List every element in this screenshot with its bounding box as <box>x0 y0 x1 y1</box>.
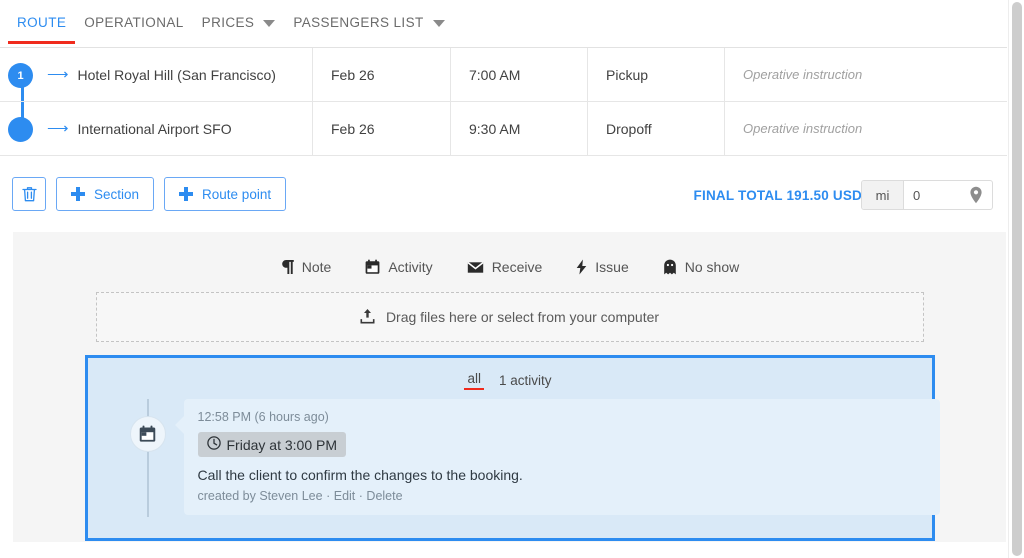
tab-prices-label: PRICES <box>201 15 255 30</box>
add-route-point-button[interactable]: Route point <box>164 177 287 211</box>
plus-icon <box>71 187 85 201</box>
route-date: Feb 26 <box>313 102 451 155</box>
tab-passengers-list[interactable]: PASSENGERS LIST <box>284 12 453 44</box>
tab-operational-label: OPERATIONAL <box>84 15 184 30</box>
upload-icon <box>360 308 375 327</box>
page-scrollbar[interactable] <box>1008 0 1024 558</box>
activity-count: 1 activity <box>498 373 552 388</box>
final-total: FINAL TOTAL 191.50 USD <box>693 188 862 203</box>
plus-icon <box>179 187 194 201</box>
scrollbar-thumb[interactable] <box>1012 2 1022 556</box>
route-instruction-input[interactable]: Operative instruction <box>725 102 1007 155</box>
activity-body-text: Call the client to confirm the changes t… <box>197 467 523 483</box>
activity-feed-panel: all 1 activity 12:58 PM (6 hours ago) Fr… <box>84 355 940 541</box>
route-stop-name-cell: ⟶ Hotel Royal Hill (San Francisco) <box>45 48 313 101</box>
route-stop-number: 1 <box>8 63 33 88</box>
route-instruction-input[interactable]: Operative instruction <box>725 48 1007 101</box>
bolt-icon <box>576 259 587 275</box>
trash-icon <box>21 187 37 202</box>
activity-filter-tabs: all 1 activity <box>88 358 932 390</box>
route-stop-dot <box>8 117 33 142</box>
activity-due-badge: Friday at 3:00 PM <box>197 432 346 457</box>
chevron-down-icon <box>432 20 445 27</box>
route-actions: Section Route point <box>12 177 287 211</box>
clock-icon <box>206 436 221 453</box>
tab-prices[interactable]: PRICES <box>193 12 285 44</box>
add-section-button[interactable]: Section <box>56 177 155 211</box>
map-pin-icon[interactable] <box>960 181 992 209</box>
activity-button[interactable]: Activity <box>365 259 433 275</box>
route-stop-marker <box>0 102 45 155</box>
table-row[interactable]: 1 ⟶ Hotel Royal Hill (San Francisco) Feb… <box>0 48 1007 102</box>
activity-label: Activity <box>388 259 433 275</box>
receive-label: Receive <box>491 259 543 275</box>
route-stop-name: International Airport SFO <box>77 120 232 137</box>
file-dropzone[interactable]: Drag files here or select from your comp… <box>95 292 924 342</box>
arrow-right-icon: ⟶ <box>47 120 69 137</box>
route-stop-marker: 1 <box>0 48 45 101</box>
activity-delete-link[interactable]: Delete <box>366 489 402 503</box>
activity-action-bar: Note Activity Receive Issue No show <box>13 232 1006 284</box>
no-show-button[interactable]: No show <box>663 259 739 275</box>
activity-edit-link[interactable]: Edit <box>334 489 356 503</box>
tab-active-indicator <box>8 41 76 44</box>
meta-separator: · <box>326 489 331 503</box>
meta-separator: · <box>358 489 363 503</box>
distance-input-group: mi <box>861 180 993 210</box>
route-type: Pickup <box>588 48 725 101</box>
activity-card: 12:58 PM (6 hours ago) Friday at 3:00 PM… <box>174 399 940 515</box>
receive-button[interactable]: Receive <box>467 259 543 275</box>
activity-section: Note Activity Receive Issue No show Drag… <box>13 232 1006 542</box>
delete-button[interactable] <box>12 177 46 211</box>
arrow-right-icon: ⟶ <box>47 66 69 83</box>
booking-detail-view: ROUTE OPERATIONAL PRICES PASSENGERS LIST… <box>0 0 1024 558</box>
route-type: Dropoff <box>588 102 725 155</box>
activity-author: created by Steven Lee <box>197 489 323 503</box>
tab-operational[interactable]: OPERATIONAL <box>75 12 192 44</box>
activity-timeline: 12:58 PM (6 hours ago) Friday at 3:00 PM… <box>88 399 940 517</box>
add-section-label: Section <box>94 186 140 202</box>
route-toolbar: Section Route point FINAL TOTAL 191.50 U… <box>0 172 1007 222</box>
issue-button[interactable]: Issue <box>576 259 629 275</box>
route-time: 7:00 AM <box>451 48 588 101</box>
activity-filter-all[interactable]: all <box>464 371 484 390</box>
note-label: Note <box>301 259 332 275</box>
note-button[interactable]: Note <box>280 259 332 275</box>
issue-label: Issue <box>595 259 629 275</box>
activity-meta: created by Steven Lee · Edit · Delete <box>198 489 926 503</box>
distance-unit-label: mi <box>862 181 904 209</box>
calendar-icon <box>129 416 166 452</box>
chevron-down-icon <box>263 20 276 27</box>
add-route-point-label: Route point <box>202 186 272 202</box>
distance-input[interactable] <box>904 181 960 209</box>
tab-route-label: ROUTE <box>17 15 67 30</box>
activity-due-label: Friday at 3:00 PM <box>226 436 338 453</box>
route-date: Feb 26 <box>313 48 451 101</box>
envelope-icon <box>467 261 484 274</box>
calendar-icon <box>365 259 380 275</box>
section-tabbar: ROUTE OPERATIONAL PRICES PASSENGERS LIST <box>0 12 1007 48</box>
no-show-label: No show <box>684 259 740 275</box>
tab-passengers-list-label: PASSENGERS LIST <box>293 15 424 30</box>
route-table: 1 ⟶ Hotel Royal Hill (San Francisco) Feb… <box>0 48 1007 156</box>
route-stop-name: Hotel Royal Hill (San Francisco) <box>77 66 276 83</box>
ghost-icon <box>663 259 677 275</box>
dropzone-label: Drag files here or select from your comp… <box>385 309 660 325</box>
route-stop-name-cell: ⟶ International Airport SFO <box>45 102 313 155</box>
route-time: 9:30 AM <box>451 102 588 155</box>
table-row[interactable]: ⟶ International Airport SFO Feb 26 9:30 … <box>0 102 1007 156</box>
tab-route[interactable]: ROUTE <box>8 12 76 44</box>
activity-timestamp: 12:58 PM (6 hours ago) <box>197 410 329 424</box>
pilcrow-icon <box>280 259 294 275</box>
